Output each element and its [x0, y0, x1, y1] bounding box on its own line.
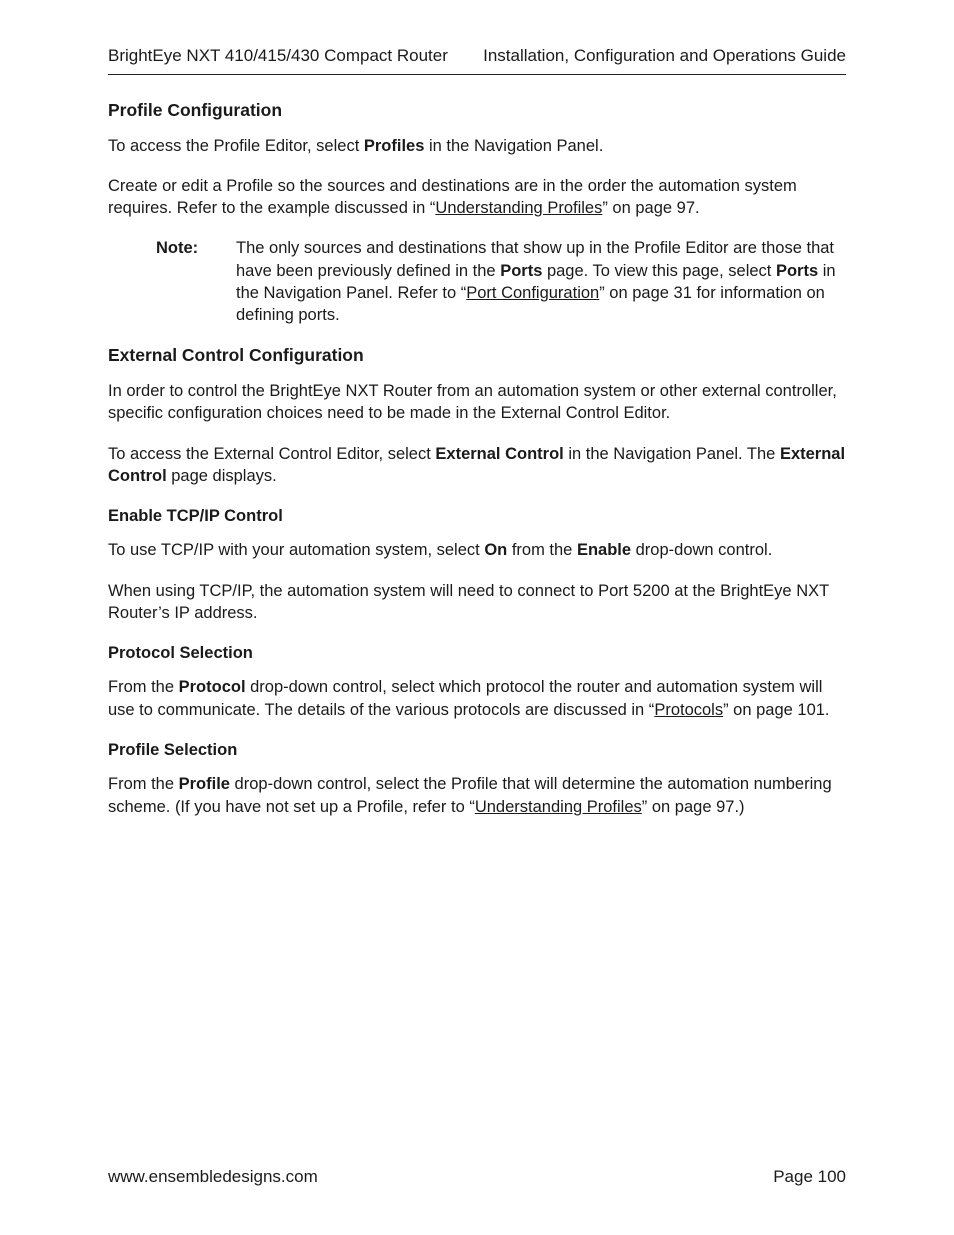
- text: ” on page 97.): [642, 798, 745, 816]
- bold-text: On: [484, 541, 507, 559]
- text: drop-down control.: [631, 541, 772, 559]
- bold-text: Ports: [776, 262, 818, 280]
- heading-profile-configuration: Profile Configuration: [108, 99, 846, 123]
- text: From the: [108, 678, 179, 696]
- heading-profile-selection: Profile Selection: [108, 739, 846, 761]
- header-left: BrightEye NXT 410/415/430 Compact Router: [108, 45, 448, 68]
- footer-url: www.ensembledesigns.com: [108, 1166, 318, 1189]
- paragraph: To access the External Control Editor, s…: [108, 443, 846, 488]
- paragraph: In order to control the BrightEye NXT Ro…: [108, 380, 846, 425]
- text: From the: [108, 775, 179, 793]
- bold-text: Profiles: [364, 137, 425, 155]
- text: To access the Profile Editor, select: [108, 137, 364, 155]
- paragraph: When using TCP/IP, the automation system…: [108, 580, 846, 625]
- page-header: BrightEye NXT 410/415/430 Compact Router…: [108, 45, 846, 74]
- text: To use TCP/IP with your automation syste…: [108, 541, 484, 559]
- bold-text: Profile: [179, 775, 230, 793]
- text: from the: [507, 541, 577, 559]
- heading-enable-tcpip-control: Enable TCP/IP Control: [108, 505, 846, 527]
- bold-text: External Control: [435, 445, 563, 463]
- link-understanding-profiles[interactable]: Understanding Profiles: [435, 199, 602, 217]
- bold-text: Ports: [500, 262, 542, 280]
- heading-protocol-selection: Protocol Selection: [108, 642, 846, 664]
- footer-page-number: Page 100: [773, 1166, 846, 1189]
- text: in the Navigation Panel. The: [564, 445, 780, 463]
- link-understanding-profiles[interactable]: Understanding Profiles: [475, 798, 642, 816]
- text: To access the External Control Editor, s…: [108, 445, 435, 463]
- link-port-configuration[interactable]: Port Configuration: [466, 284, 599, 302]
- text: ” on page 97.: [602, 199, 699, 217]
- heading-external-control-configuration: External Control Configuration: [108, 344, 846, 368]
- note-body: The only sources and destinations that s…: [236, 237, 846, 326]
- note-label: Note:: [156, 237, 236, 326]
- paragraph: To use TCP/IP with your automation syste…: [108, 539, 846, 561]
- paragraph: To access the Profile Editor, select Pro…: [108, 135, 846, 157]
- document-page: BrightEye NXT 410/415/430 Compact Router…: [0, 0, 954, 1235]
- paragraph: From the Profile drop-down control, sele…: [108, 773, 846, 818]
- text: page displays.: [167, 467, 277, 485]
- text: page. To view this page, select: [542, 262, 776, 280]
- bold-text: Enable: [577, 541, 631, 559]
- note-block: Note: The only sources and destinations …: [156, 237, 846, 326]
- link-protocols[interactable]: Protocols: [654, 701, 723, 719]
- header-rule: [108, 74, 846, 75]
- page-footer: www.ensembledesigns.com Page 100: [108, 1166, 846, 1189]
- header-right: Installation, Configuration and Operatio…: [483, 45, 846, 68]
- paragraph: From the Protocol drop-down control, sel…: [108, 676, 846, 721]
- text: in the Navigation Panel.: [424, 137, 603, 155]
- text: ” on page 101.: [723, 701, 829, 719]
- paragraph: Create or edit a Profile so the sources …: [108, 175, 846, 220]
- bold-text: Protocol: [179, 678, 246, 696]
